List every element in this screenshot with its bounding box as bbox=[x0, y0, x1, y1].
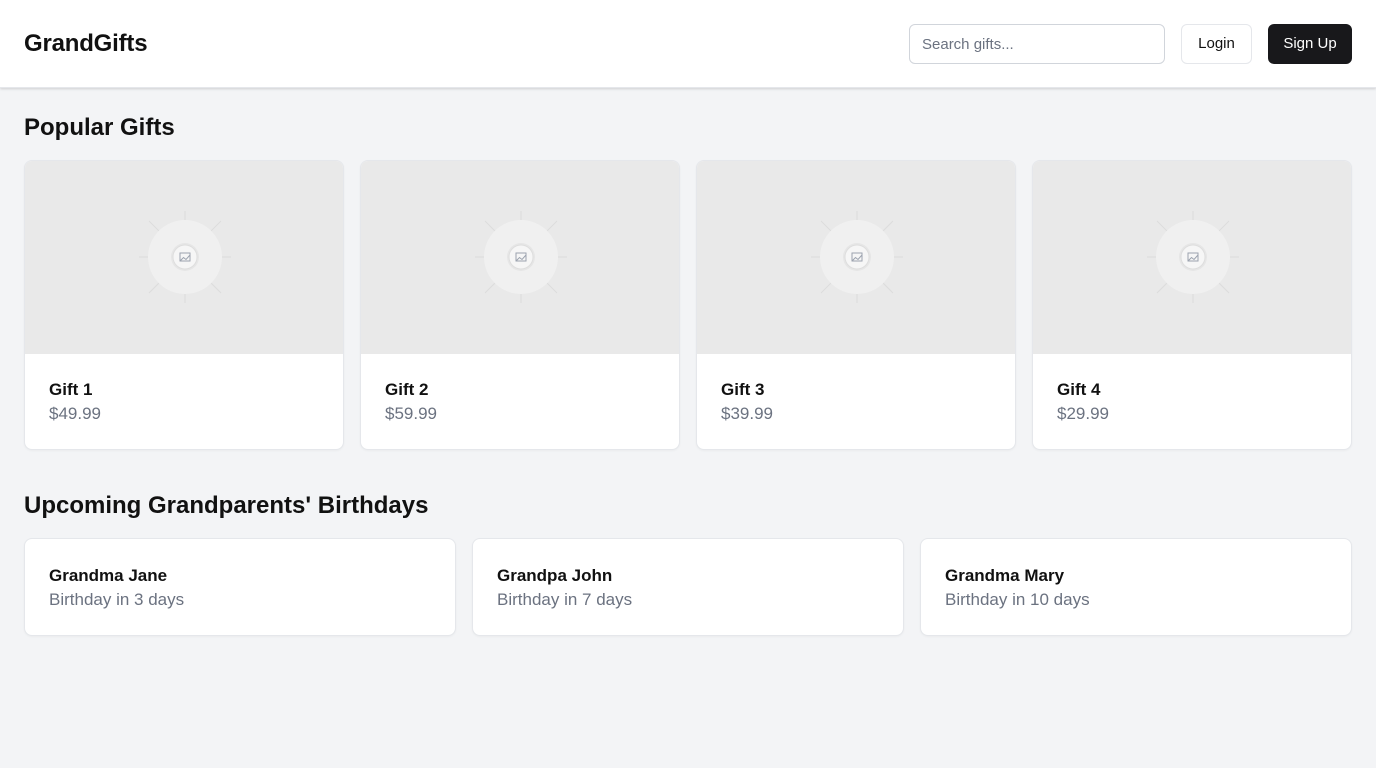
grandparent-name: Grandma Jane bbox=[49, 566, 168, 585]
gift-price: $49.99 bbox=[49, 404, 101, 423]
birthday-countdown: Birthday in 7 days bbox=[497, 590, 633, 609]
birthday-card[interactable]: Grandma Jane Birthday in 3 days bbox=[24, 538, 456, 636]
popular-gifts-heading: Popular Gifts bbox=[24, 114, 175, 141]
brand-logo[interactable]: GrandGifts bbox=[24, 30, 148, 58]
gift-card[interactable]: Gift 4 $29.99 bbox=[1032, 160, 1352, 450]
birthdays-heading: Upcoming Grandparents' Birthdays bbox=[24, 492, 429, 519]
image-placeholder-icon bbox=[1147, 211, 1239, 303]
image-placeholder-icon bbox=[811, 211, 903, 303]
birthday-countdown: Birthday in 3 days bbox=[49, 590, 185, 609]
top-navbar: GrandGifts Login Sign Up bbox=[0, 0, 1376, 88]
grandparent-name: Grandma Mary bbox=[945, 566, 1065, 585]
gift-price: $39.99 bbox=[721, 404, 773, 423]
birthday-card[interactable]: Grandpa John Birthday in 7 days bbox=[472, 538, 904, 636]
gift-name: Gift 3 bbox=[721, 380, 765, 399]
image-placeholder-icon bbox=[475, 211, 567, 303]
gift-name: Gift 4 bbox=[1057, 380, 1101, 399]
gift-image bbox=[1033, 161, 1351, 354]
gift-name: Gift 1 bbox=[49, 380, 93, 399]
signup-button[interactable]: Sign Up bbox=[1268, 24, 1352, 64]
gift-price: $29.99 bbox=[1057, 404, 1109, 423]
gift-name: Gift 2 bbox=[385, 380, 429, 399]
search-input[interactable] bbox=[909, 24, 1165, 64]
image-placeholder-icon bbox=[139, 211, 231, 303]
grandparent-name: Grandpa John bbox=[497, 566, 613, 585]
birthday-card[interactable]: Grandma Mary Birthday in 10 days bbox=[920, 538, 1352, 636]
gift-image bbox=[361, 161, 679, 354]
birthday-countdown: Birthday in 10 days bbox=[945, 590, 1090, 609]
login-button[interactable]: Login bbox=[1181, 24, 1252, 64]
gift-price: $59.99 bbox=[385, 404, 437, 423]
gift-image bbox=[25, 161, 343, 354]
gift-card[interactable]: Gift 1 $49.99 bbox=[24, 160, 344, 450]
gift-card[interactable]: Gift 2 $59.99 bbox=[360, 160, 680, 450]
gift-card[interactable]: Gift 3 $39.99 bbox=[696, 160, 1016, 450]
gift-image bbox=[697, 161, 1015, 354]
